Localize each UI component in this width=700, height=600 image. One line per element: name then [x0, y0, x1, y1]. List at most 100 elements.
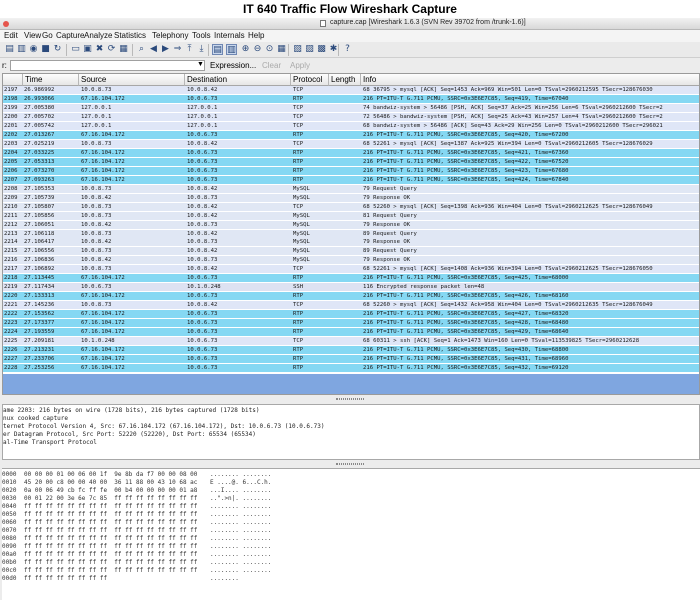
packet-row[interactable]: 2197 26.986992 10.0.8.73 10.0.8.42 TCP 68 367… [3, 86, 699, 94]
hex-bytes[interactable]: ff ff ff ff ff ff ff ff ff ff ff ff ff f… [24, 567, 197, 575]
restart-capture-icon[interactable]: ↻ [52, 44, 63, 55]
packet-row[interactable]: 2222 27.153562 67.16.104.172 10.0.6.73 RTP 21… [3, 310, 699, 319]
packet-row[interactable]: 2219 27.117434 10.0.6.73 10.1.0.248 SSH 116 E… [3, 283, 699, 292]
go-first-icon[interactable]: ⤒ [184, 44, 195, 55]
zoom-out-icon[interactable]: ⊖ [252, 44, 263, 55]
menu-view[interactable]: View [24, 31, 41, 40]
hex-ascii[interactable]: ........ ........ [210, 471, 271, 479]
hex-ascii[interactable]: ........ ........ [210, 559, 271, 567]
packet-row[interactable]: 2215 27.106556 10.0.8.73 10.0.8.42 MySQL 89 R… [3, 247, 699, 256]
menu-capture[interactable]: Capture [56, 31, 84, 40]
detail-tree-item[interactable]: nux cooked capture [3, 415, 68, 423]
find-packet-icon[interactable]: ⌕ [136, 44, 147, 55]
menu-edit[interactable]: Edit [4, 31, 18, 40]
packet-row[interactable]: 2212 27.106051 10.0.8.42 10.0.8.73 MySQL 79 R… [3, 220, 699, 229]
hex-ascii[interactable]: ........ [210, 575, 239, 583]
hex-ascii[interactable]: ........ ........ [210, 551, 271, 559]
pane-splitter-top[interactable] [0, 396, 700, 402]
hex-bytes[interactable]: ff ff ff ff ff ff ff ff ff ff ff ff ff f… [24, 511, 197, 519]
display-filter-input[interactable] [10, 60, 205, 71]
column-header-source[interactable]: Source [79, 74, 185, 86]
capture-interfaces-icon[interactable]: ▤ [4, 44, 15, 55]
menu-statistics[interactable]: Statistics [114, 31, 146, 40]
hex-bytes[interactable]: ff ff ff ff ff ff ff ff ff ff ff ff ff f… [24, 527, 197, 535]
hex-bytes[interactable]: 0a 00 06 49 cb fc ff fe 00 b4 00 00 00 0… [24, 487, 197, 495]
packet-row[interactable]: 2200 27.005702 127.0.0.1 127.0.0.1 TCP 72 564… [3, 112, 699, 121]
hex-bytes[interactable]: 45 20 00 c8 00 00 40 00 36 11 88 00 43 1… [24, 479, 197, 487]
packet-row[interactable]: 2204 27.033225 67.16.104.172 10.0.6.73 RTP 21… [3, 148, 699, 157]
packet-row[interactable]: 2205 27.053313 67.16.104.172 10.0.6.73 RTP 21… [3, 157, 699, 166]
packet-row[interactable]: 2207 27.093263 67.16.104.172 10.0.6.73 RTP 21… [3, 175, 699, 184]
packet-row[interactable]: 2217 27.106892 10.0.8.73 10.0.8.42 TCP 68 522… [3, 265, 699, 274]
hex-bytes[interactable]: ff ff ff ff ff ff ff ff ff ff ff ff ff f… [24, 543, 197, 551]
resize-columns-icon[interactable]: ▦ [276, 44, 287, 55]
save-file-icon[interactable]: ▣ [82, 44, 93, 55]
packet-row[interactable]: 2210 27.105807 10.0.8.73 10.0.8.42 TCP 68 522… [3, 202, 699, 211]
hex-ascii[interactable]: ........ ........ [210, 511, 271, 519]
hex-bytes[interactable]: ff ff ff ff ff ff ff ff [24, 575, 107, 583]
clear-button[interactable]: Clear [262, 61, 281, 70]
packet-row[interactable]: 2228 27.253256 67.16.104.172 10.0.6.73 RTP 21… [3, 364, 699, 373]
coloring-rules-icon[interactable]: ▩ [316, 44, 327, 55]
packet-row[interactable]: 2199 27.005380 127.0.0.1 127.0.0.1 TCP 74 ban… [3, 103, 699, 112]
hex-ascii[interactable]: ........ ........ [210, 503, 271, 511]
hex-ascii[interactable]: E ....@. 6...C.h. [210, 479, 271, 487]
open-file-icon[interactable]: ▭ [70, 44, 81, 55]
packet-row[interactable]: 2227 27.233706 67.16.104.172 10.0.6.73 RTP 21… [3, 355, 699, 364]
packet-row[interactable]: 2223 27.173377 67.16.104.172 10.0.6.73 RTP 21… [3, 319, 699, 328]
display-filters-icon[interactable]: ▨ [304, 44, 315, 55]
apply-button[interactable]: Apply [290, 61, 310, 70]
packet-row[interactable]: 2209 27.105739 10.0.8.42 10.0.8.73 MySQL 79 R… [3, 193, 699, 202]
menu-help[interactable]: Help [248, 31, 264, 40]
packet-row[interactable]: 2201 27.005742 127.0.0.1 127.0.0.1 TCP 68 ban… [3, 121, 699, 130]
packet-row[interactable]: 2226 27.213231 67.16.104.172 10.0.6.73 RTP 21… [3, 346, 699, 355]
packet-row[interactable]: 2214 27.106417 10.0.8.42 10.0.8.73 MySQL 79 R… [3, 238, 699, 247]
packet-row[interactable]: 2218 27.113445 67.16.104.172 10.0.6.73 RTP 21… [3, 274, 699, 283]
go-last-icon[interactable]: ⤓ [196, 44, 207, 55]
go-back-icon[interactable]: ◀ [148, 44, 159, 55]
hex-ascii[interactable]: ........ ........ [210, 535, 271, 543]
menu-go[interactable]: Go [42, 31, 53, 40]
packet-row[interactable]: 2206 27.073270 67.16.104.172 10.0.6.73 RTP 21… [3, 166, 699, 175]
zoom-normal-icon[interactable]: ⊙ [264, 44, 275, 55]
column-header-destination[interactable]: Destination [185, 74, 291, 86]
zoom-in-icon[interactable]: ⊕ [240, 44, 251, 55]
packet-bytes-pane[interactable]: 0000 00 00 00 01 00 06 00 1f 9e 8b da f7 … [2, 468, 700, 600]
detail-tree-item[interactable]: al-Time Transport Protocol [3, 439, 97, 447]
packet-row[interactable]: 2220 27.133313 67.16.104.172 10.0.6.73 RTP 21… [3, 292, 699, 301]
packet-list[interactable]: Time Source Destination Protocol Length … [2, 73, 700, 395]
packet-row[interactable]: 2213 27.106118 10.0.8.73 10.0.8.42 MySQL 89 R… [3, 229, 699, 238]
hex-bytes[interactable]: ff ff ff ff ff ff ff ff ff ff ff ff ff f… [24, 551, 197, 559]
packet-row[interactable]: 2208 27.105353 10.0.8.73 10.0.8.42 MySQL 79 R… [3, 184, 699, 193]
packet-row[interactable]: 2224 27.193559 67.16.104.172 10.0.6.73 RTP 21… [3, 328, 699, 337]
hex-bytes[interactable]: ff ff ff ff ff ff ff ff ff ff ff ff ff f… [24, 559, 197, 567]
packet-details-pane[interactable]: ame 2203: 216 bytes on wire (1728 bits),… [2, 404, 700, 460]
hex-bytes[interactable]: ff ff ff ff ff ff ff ff ff ff ff ff ff f… [24, 519, 197, 527]
expression-button[interactable]: Expression... [210, 61, 256, 70]
hex-ascii[interactable]: ........ ........ [210, 567, 271, 575]
detail-tree-item[interactable]: ame 2203: 216 bytes on wire (1728 bits),… [3, 407, 259, 415]
menu-analyze[interactable]: Analyze [84, 31, 112, 40]
hex-bytes[interactable]: 00 01 22 00 3e 6e 7c 85 ff ff ff ff ff f… [24, 495, 197, 503]
menu-telephony[interactable]: Telephony [152, 31, 188, 40]
packet-row[interactable]: 2211 27.105856 10.0.8.73 10.0.8.42 MySQL 81 R… [3, 211, 699, 220]
hex-ascii[interactable]: ........ ........ [210, 519, 271, 527]
hex-ascii[interactable]: ...I.... ........ [210, 487, 271, 495]
column-header-no[interactable] [3, 74, 23, 86]
packet-row[interactable]: 2202 27.013267 67.16.104.172 10.0.6.73 RTP 21… [3, 130, 699, 139]
hex-ascii[interactable]: ........ ........ [210, 527, 271, 535]
auto-scroll-icon[interactable]: ▥ [226, 44, 237, 55]
reload-icon[interactable]: ⟳ [106, 44, 117, 55]
packet-row[interactable]: 2225 27.209181 10.1.0.248 10.0.6.73 TCP 68 60… [3, 337, 699, 346]
go-forward-icon[interactable]: ▶ [160, 44, 171, 55]
capture-options-icon[interactable]: ▥ [16, 44, 27, 55]
packet-row[interactable]: 2203 27.025219 10.0.8.73 10.0.8.42 TCP 68 522… [3, 139, 699, 148]
column-header-info[interactable]: Info [361, 74, 699, 86]
detail-tree-item[interactable]: er Datagram Protocol, Src Port: 52220 (5… [3, 431, 256, 439]
pane-splitter-bottom[interactable] [0, 461, 700, 467]
close-window-icon[interactable] [3, 21, 9, 27]
hex-ascii[interactable]: ..".>n|. ........ [210, 495, 271, 503]
menu-tools[interactable]: Tools [192, 31, 211, 40]
close-file-icon[interactable]: ✖ [94, 44, 105, 55]
packet-row[interactable]: 2216 27.106836 10.0.8.42 10.0.8.73 MySQL 79 R… [3, 256, 699, 265]
